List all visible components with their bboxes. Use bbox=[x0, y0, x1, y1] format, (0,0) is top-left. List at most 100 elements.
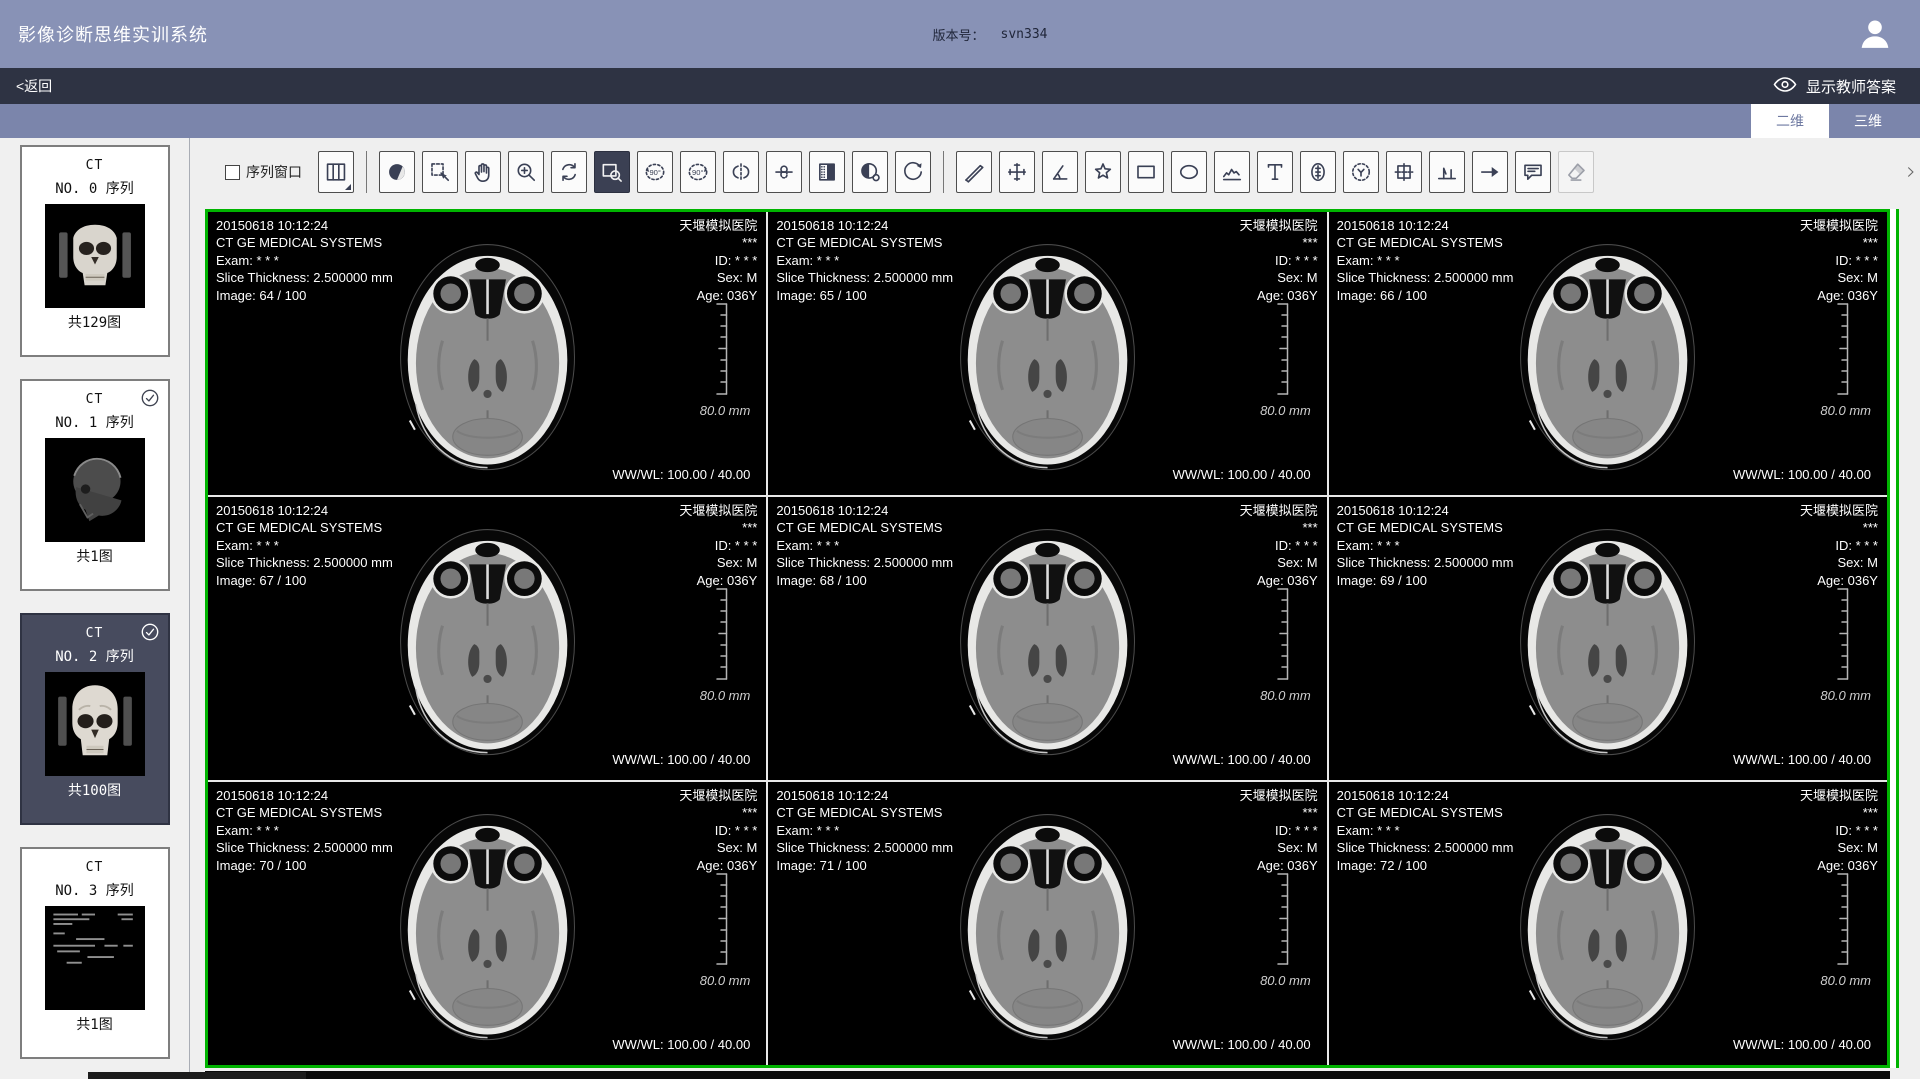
cell-age: Age: 036Y bbox=[679, 287, 757, 304]
roi-star-button[interactable] bbox=[1085, 151, 1121, 193]
layout-caret-icon bbox=[345, 184, 351, 190]
zoom-region-button[interactable] bbox=[594, 151, 630, 193]
cell-stars: *** bbox=[1240, 234, 1318, 251]
series-card[interactable]: CT NO. 0 序列 共129图 bbox=[20, 145, 170, 357]
comment-button[interactable] bbox=[1515, 151, 1551, 193]
layout-grid-button[interactable] bbox=[318, 151, 354, 193]
cell-hospital: 天堰模拟医院 bbox=[679, 502, 757, 519]
scale-label: 80.0 mm bbox=[1820, 973, 1871, 988]
arrow-annotation-button[interactable] bbox=[1472, 151, 1508, 193]
zoom-in-button[interactable] bbox=[508, 151, 544, 193]
scale-ruler bbox=[1835, 873, 1849, 965]
cell-id: ID: * * * bbox=[1800, 252, 1878, 269]
cell-overlay-right: 天堰模拟医院 *** ID: * * * Sex: M Age: 036Y bbox=[1800, 502, 1878, 589]
viewport-cell[interactable]: 20150618 10:12:24 CT GE MEDICAL SYSTEMS … bbox=[1329, 212, 1887, 495]
scale-ruler bbox=[714, 873, 728, 965]
tab-3d[interactable]: 三维 bbox=[1829, 104, 1907, 138]
spike-profile-button[interactable] bbox=[1429, 151, 1465, 193]
series-title: NO. 3 序列 bbox=[22, 880, 168, 900]
scale-ruler bbox=[1275, 303, 1289, 395]
window-level-button[interactable] bbox=[379, 151, 415, 193]
scale-ruler bbox=[1275, 588, 1289, 680]
viewer-vertical-scrollbar[interactable] bbox=[1890, 209, 1899, 1068]
roi-rect-button[interactable] bbox=[1128, 151, 1164, 193]
mirror-rect-button[interactable] bbox=[1386, 151, 1422, 193]
cell-exam: Exam: * * * bbox=[1337, 822, 1514, 839]
series-card[interactable]: CT NO. 3 序列 共1图 bbox=[20, 847, 170, 1059]
cell-slice-thickness: Slice Thickness: 2.500000 mm bbox=[216, 554, 393, 571]
viewport-cell[interactable]: 20150618 10:12:24 CT GE MEDICAL SYSTEMS … bbox=[768, 497, 1326, 780]
toolbar-overflow-icon[interactable] bbox=[1902, 160, 1918, 184]
series-window-checkbox[interactable] bbox=[225, 165, 240, 180]
rotate-left-90-button[interactable]: 90° bbox=[637, 151, 673, 193]
eraser-button[interactable] bbox=[1558, 151, 1594, 193]
workspace: CT NO. 0 序列 共129图 CT NO. 1 序列 共1图 CT NO.… bbox=[0, 138, 1920, 1079]
scale-ruler bbox=[714, 588, 728, 680]
cell-sex: Sex: M bbox=[679, 269, 757, 286]
user-icon[interactable] bbox=[1856, 15, 1894, 53]
scale-label: 80.0 mm bbox=[700, 688, 751, 703]
horizontal-scrollbar-thumb[interactable] bbox=[88, 1072, 306, 1079]
viewport-cell[interactable]: 20150618 10:12:24 CT GE MEDICAL SYSTEMS … bbox=[1329, 782, 1887, 1065]
scale-label: 80.0 mm bbox=[1260, 403, 1311, 418]
measure-cross-button[interactable] bbox=[999, 151, 1035, 193]
flip-vertical-button[interactable] bbox=[766, 151, 802, 193]
cell-device: CT GE MEDICAL SYSTEMS bbox=[216, 519, 393, 536]
reset-button[interactable] bbox=[895, 151, 931, 193]
cell-sex: Sex: M bbox=[1240, 269, 1318, 286]
cell-exam: Exam: * * * bbox=[1337, 252, 1514, 269]
series-thumbnail bbox=[45, 672, 145, 776]
series-thumbnail bbox=[45, 438, 145, 542]
cell-id: ID: * * * bbox=[1240, 537, 1318, 554]
cell-id: ID: * * * bbox=[1800, 822, 1878, 839]
flip-horizontal-button[interactable] bbox=[723, 151, 759, 193]
viewport-cell[interactable]: 20150618 10:12:24 CT GE MEDICAL SYSTEMS … bbox=[768, 212, 1326, 495]
version-value: svn334 bbox=[1001, 27, 1048, 42]
series-count: 共129图 bbox=[22, 312, 168, 332]
cell-overlay-left: 20150618 10:12:24 CT GE MEDICAL SYSTEMS … bbox=[216, 787, 393, 874]
cell-overlay-left: 20150618 10:12:24 CT GE MEDICAL SYSTEMS … bbox=[776, 217, 953, 304]
cell-device: CT GE MEDICAL SYSTEMS bbox=[776, 804, 953, 821]
tab-2d[interactable]: 二维 bbox=[1751, 104, 1829, 138]
cell-sex: Sex: M bbox=[679, 839, 757, 856]
cell-stars: *** bbox=[1240, 804, 1318, 821]
cell-stars: *** bbox=[1240, 519, 1318, 536]
rotate-sync-button[interactable] bbox=[551, 151, 587, 193]
eye-icon bbox=[1773, 76, 1797, 97]
measure-angle-button[interactable] bbox=[1042, 151, 1078, 193]
measure-line-button[interactable] bbox=[956, 151, 992, 193]
scale-ruler bbox=[1835, 303, 1849, 395]
roi-ellipse-button[interactable] bbox=[1171, 151, 1207, 193]
series-card[interactable]: CT NO. 2 序列 共100图 bbox=[20, 613, 170, 825]
scale-ruler bbox=[714, 303, 728, 395]
rotate-right-90-button[interactable]: 90° bbox=[680, 151, 716, 193]
cell-sex: Sex: M bbox=[1800, 839, 1878, 856]
profile-curve-button[interactable] bbox=[1214, 151, 1250, 193]
viewport-cell[interactable]: 20150618 10:12:24 CT GE MEDICAL SYSTEMS … bbox=[208, 497, 766, 780]
invert-button[interactable] bbox=[809, 151, 845, 193]
cell-id: ID: * * * bbox=[1240, 822, 1318, 839]
cell-id: ID: * * * bbox=[1800, 537, 1878, 554]
cell-exam: Exam: * * * bbox=[776, 822, 953, 839]
back-button[interactable]: <返回 bbox=[16, 76, 52, 96]
pseudo-color-button[interactable] bbox=[852, 151, 888, 193]
viewport-cell[interactable]: 20150618 10:12:24 CT GE MEDICAL SYSTEMS … bbox=[208, 212, 766, 495]
show-teacher-answer-button[interactable]: 显示教师答案 bbox=[1773, 76, 1896, 97]
text-tool-button[interactable] bbox=[1257, 151, 1293, 193]
series-window-label: 序列窗口 bbox=[246, 162, 302, 182]
series-card[interactable]: CT NO. 1 序列 共1图 bbox=[20, 379, 170, 591]
cell-image-index: Image: 69 / 100 bbox=[1337, 572, 1514, 589]
cell-hospital: 天堰模拟医院 bbox=[1800, 217, 1878, 234]
dashed-circle-marker-button[interactable] bbox=[1343, 151, 1379, 193]
viewport-cell[interactable]: 20150618 10:12:24 CT GE MEDICAL SYSTEMS … bbox=[768, 782, 1326, 1065]
cell-stars: *** bbox=[679, 234, 757, 251]
pan-button[interactable] bbox=[465, 151, 501, 193]
scale-label: 80.0 mm bbox=[1260, 688, 1311, 703]
cell-overlay-right: 天堰模拟医院 *** ID: * * * Sex: M Age: 036Y bbox=[1800, 217, 1878, 304]
cell-sex: Sex: M bbox=[1240, 554, 1318, 571]
viewport-cell[interactable]: 20150618 10:12:24 CT GE MEDICAL SYSTEMS … bbox=[1329, 497, 1887, 780]
ellipse-center-button[interactable] bbox=[1300, 151, 1336, 193]
cell-image-index: Image: 71 / 100 bbox=[776, 857, 953, 874]
select-button[interactable] bbox=[422, 151, 458, 193]
viewport-cell[interactable]: 20150618 10:12:24 CT GE MEDICAL SYSTEMS … bbox=[208, 782, 766, 1065]
